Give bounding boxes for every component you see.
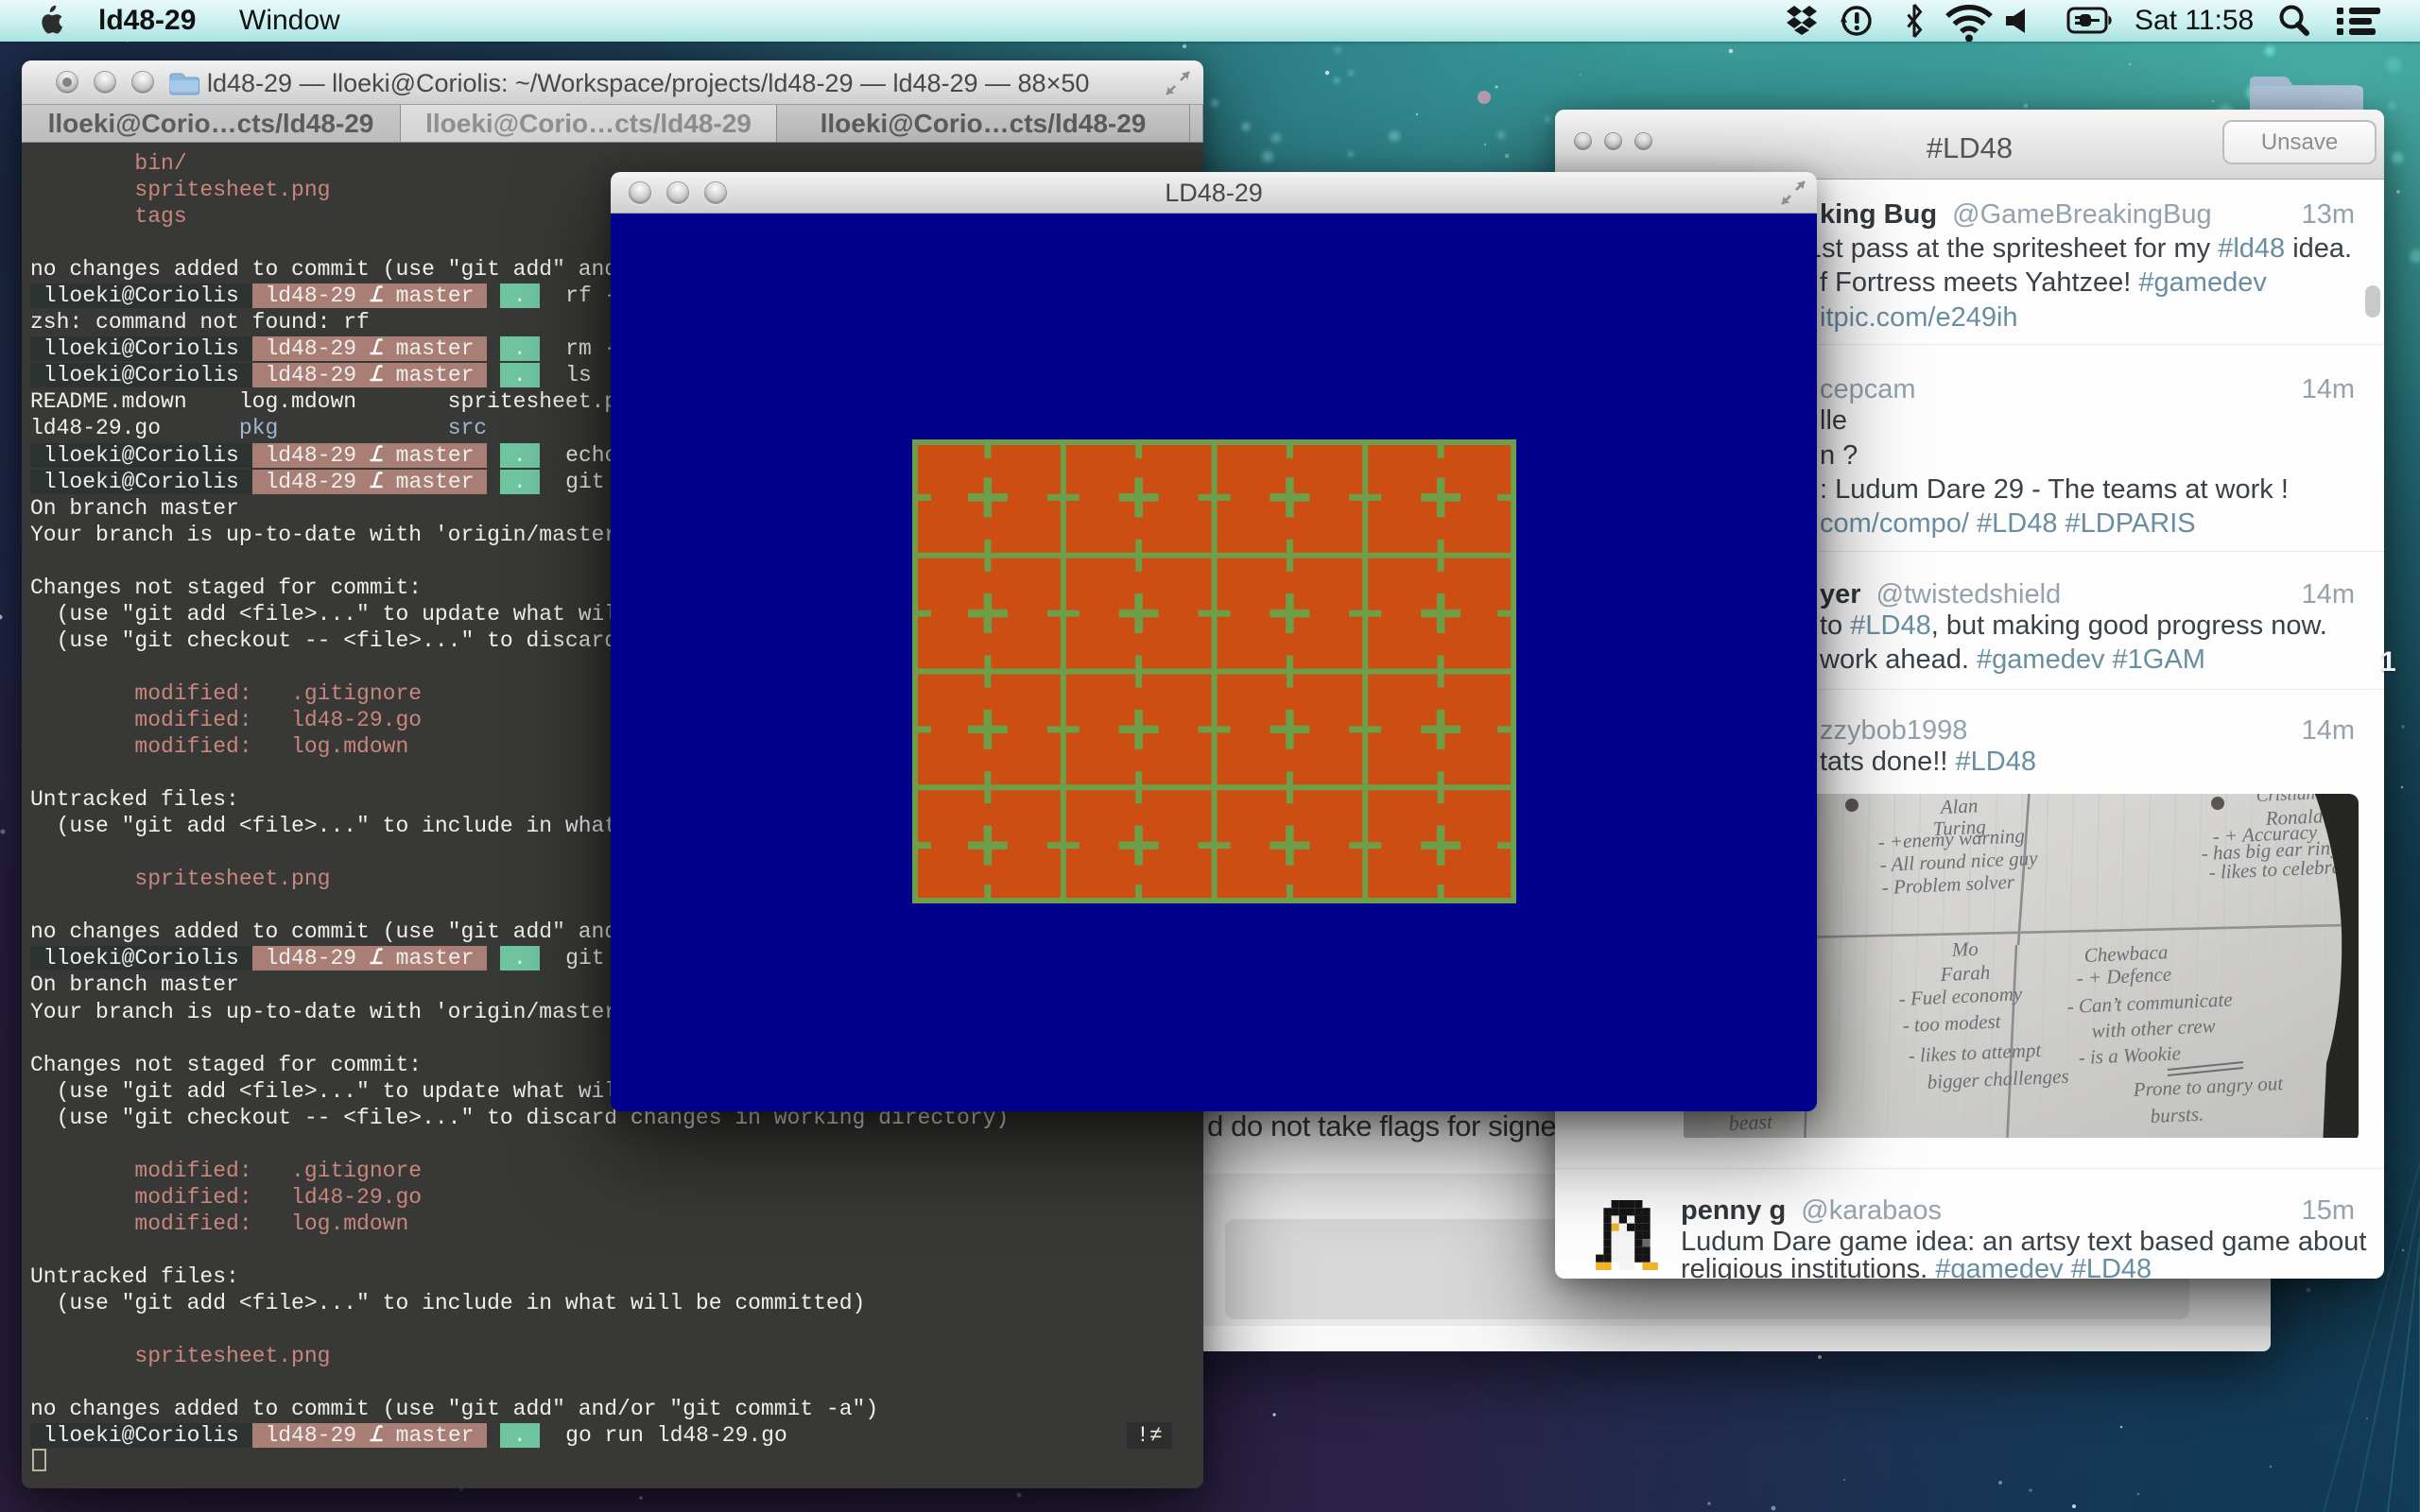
svg-text:beast: beast [1728, 1109, 1773, 1135]
svg-text:Mo: Mo [1950, 937, 1979, 961]
svg-text:Sat 11:58: Sat 11:58 [2135, 5, 2254, 36]
svg-text:- too modest: - too modest [1902, 1009, 2002, 1037]
svg-text:- is a Wookie: - is a Wookie [2078, 1041, 2181, 1069]
svg-text:- + Defence: - + Defence [2076, 963, 2171, 989]
svg-text:bursts.: bursts. [2150, 1103, 2204, 1127]
svg-text:Farah: Farah [1939, 961, 1990, 986]
